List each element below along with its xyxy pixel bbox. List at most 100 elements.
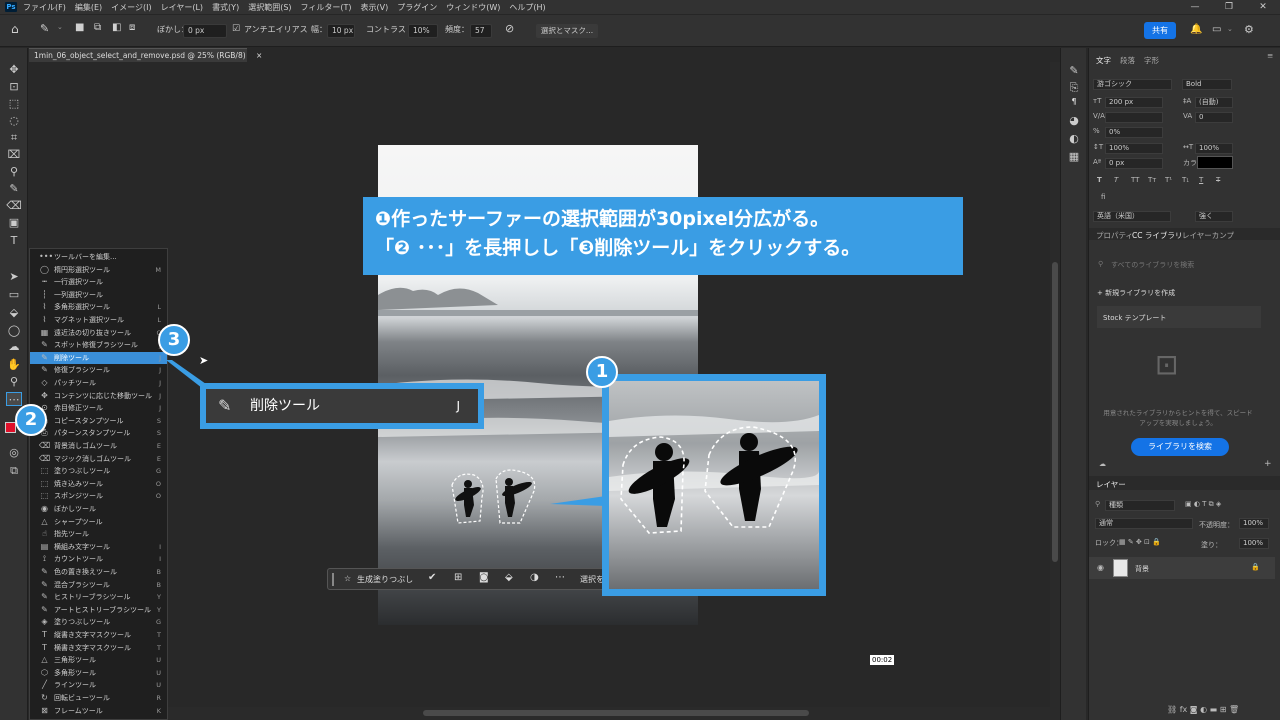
flyout-item[interactable]: ┅ 一行選択ツール — [30, 276, 167, 289]
screen-mode-icon[interactable]: ⧉ — [6, 464, 22, 478]
tracking-input[interactable]: 0 — [1195, 112, 1233, 123]
font-style-select[interactable]: Bold — [1182, 79, 1232, 90]
layer-row-background[interactable]: ◉ 背景 🔒 — [1089, 557, 1275, 579]
stock-templates-item[interactable]: Stock テンプレート — [1097, 306, 1261, 328]
flyout-item[interactable]: ☝ 指先ツール — [30, 528, 167, 541]
menu-window[interactable]: ウィンドウ(W) — [446, 2, 500, 13]
remove-tool-popup[interactable]: ✎ 削除ツール J — [206, 389, 478, 423]
flyout-item[interactable]: ◉ ぼかしツール — [30, 503, 167, 516]
eraser-tool-icon[interactable]: ⌫ — [6, 199, 22, 213]
flyout-item[interactable]: ⬚ 焼き込みツール O — [30, 478, 167, 491]
mask-icon[interactable]: ◙ — [479, 572, 489, 583]
dodge-tool-icon[interactable]: ◯ — [6, 324, 22, 338]
close-tab-icon[interactable]: × — [256, 51, 262, 60]
minimize-icon[interactable]: — — [1178, 0, 1212, 14]
check-icon[interactable]: ✔ — [428, 572, 436, 583]
flyout-item[interactable]: ✥ コンテンツに応じた移動ツール J — [30, 390, 167, 403]
chevron-down-icon[interactable]: ⌄ — [57, 23, 63, 31]
pen-pressure-icon[interactable]: ⊘ — [505, 22, 514, 35]
vertical-scale-input[interactable]: 100% — [1105, 143, 1163, 154]
generative-fill-button[interactable]: 生成塗りつぶし — [357, 574, 413, 585]
path-select-tool-icon[interactable]: ➤ — [6, 270, 22, 284]
foreground-color-swatch[interactable] — [5, 422, 16, 433]
underline-icon[interactable]: T — [1199, 176, 1203, 184]
tab-character[interactable]: 文字 — [1096, 55, 1111, 66]
small-caps-icon[interactable]: Tт — [1148, 176, 1156, 184]
flyout-item[interactable]: ⬡ 多角形ツール U — [30, 667, 167, 680]
checkbox-icon[interactable]: ☑ — [232, 24, 240, 34]
crop-tool-icon[interactable]: ⌧ — [6, 148, 22, 162]
flyout-item[interactable]: ✎ 修復ブラシツール J — [30, 364, 167, 377]
grid-icon[interactable]: ▦ — [1066, 150, 1082, 164]
move-tool-icon[interactable]: ✥ — [6, 63, 22, 77]
flyout-item[interactable]: ◯ 楕円形選択ツール M — [30, 264, 167, 277]
fill-input[interactable]: 100% — [1239, 538, 1269, 549]
flyout-item[interactable]: ◇ パッチツール J — [30, 377, 167, 390]
flyout-item[interactable]: ⊙ 赤目修正ツール J — [30, 402, 167, 415]
kerning-input[interactable] — [1105, 112, 1163, 123]
new-library-button[interactable]: + 新規ライブラリを作成 — [1097, 288, 1175, 298]
tab-layer-comps[interactable]: レイヤーカンプ — [1182, 230, 1234, 241]
language-select[interactable]: 英語（米国） — [1093, 211, 1171, 222]
vertical-scrollbar[interactable] — [1050, 62, 1060, 707]
flyout-item[interactable]: △ 三角形ツール U — [30, 654, 167, 667]
subscript-icon[interactable]: T₁ — [1182, 176, 1189, 184]
eyedropper-tool-icon[interactable]: ⚲ — [6, 165, 22, 179]
object-select-tool-icon[interactable]: ⌗ — [6, 131, 22, 145]
flyout-item[interactable]: T 縦書き文字マスクツール T — [30, 629, 167, 642]
flyout-item[interactable]: ••• ツールバーを編集... — [30, 251, 167, 264]
layer-actions-icons[interactable]: ⛓ fx ◙ ◐ ▬ ⊞ 🗑 — [1167, 705, 1239, 714]
quick-mask-icon[interactable]: ◎ — [6, 446, 22, 460]
flyout-item[interactable]: ✎ アートヒストリーブラシツール Y — [30, 604, 167, 617]
flyout-item[interactable]: ◈ 塗りつぶしツール G — [30, 616, 167, 629]
flyout-item[interactable]: ⌫ マジック消しゴムツール E — [30, 453, 167, 466]
baseline-input[interactable]: 0 px — [1105, 158, 1163, 169]
notification-icon[interactable]: 🔔 — [1190, 24, 1202, 35]
font-family-select[interactable]: 游ゴシック — [1093, 79, 1172, 90]
flyout-item[interactable]: ⟟ カウントツール I — [30, 553, 167, 566]
hand-tool-icon[interactable]: ✋ — [6, 358, 22, 372]
superscript-icon[interactable]: T¹ — [1165, 176, 1172, 184]
flyout-item[interactable]: ⊠ フレームツール K — [30, 705, 167, 718]
feather-input[interactable]: 0 px — [183, 24, 227, 38]
flyout-item[interactable]: ✎ 色の置き換えツール B — [30, 566, 167, 579]
paragraph-icon[interactable]: ¶ — [1066, 95, 1082, 109]
share-button[interactable]: 共有 — [1144, 22, 1176, 39]
flyout-item[interactable]: ▤ 横組み文字ツール I — [30, 541, 167, 554]
brush-settings-icon[interactable]: ✎ — [1066, 64, 1082, 78]
flyout-item[interactable]: ✎ 削除ツール J — [30, 351, 167, 365]
tab-layers[interactable]: レイヤー — [1096, 479, 1126, 490]
menu-layer[interactable]: レイヤー(L) — [161, 2, 203, 13]
library-cloud-icon[interactable]: ☁ — [1099, 460, 1106, 468]
tool-preset-icon[interactable]: ✎ — [40, 22, 49, 35]
panel-menu-icon[interactable]: ≡ — [1267, 51, 1273, 60]
menu-image[interactable]: イメージ(I) — [111, 2, 151, 13]
color-icon[interactable]: ◕ — [1066, 114, 1082, 128]
flyout-item[interactable]: ⎙コピースタンプツールS — [30, 415, 167, 428]
add-icon[interactable]: + — [1264, 459, 1272, 469]
browse-libraries-button[interactable]: ライブラリを検索 — [1131, 438, 1229, 456]
transform-icon[interactable]: ⊞ — [454, 572, 462, 583]
menu-plugins[interactable]: プラグイン — [397, 2, 437, 13]
blend-mode-select[interactable]: 通常 — [1095, 518, 1193, 529]
text-color-swatch[interactable] — [1197, 156, 1233, 169]
flyout-item[interactable]: ▦遠近法の切り抜きツールC — [30, 327, 167, 340]
intersect-selection-icon[interactable]: ⧈ — [129, 22, 135, 33]
menu-select[interactable]: 選択範囲(S) — [248, 2, 291, 13]
library-search-input[interactable]: すべてのライブラリを検索 — [1111, 260, 1194, 270]
frequency-input[interactable]: 57 — [470, 24, 492, 38]
flyout-item[interactable]: ⬚ 塗りつぶしツール G — [30, 465, 167, 478]
menu-type[interactable]: 書式(Y) — [212, 2, 239, 13]
edit-toolbar-more-icon[interactable]: ⋯ — [6, 392, 22, 406]
horizontal-scale-input[interactable]: 100% — [1195, 143, 1233, 154]
visibility-eye-icon[interactable]: ◉ — [1097, 563, 1104, 572]
gradient-tool-icon[interactable]: ▣ — [6, 216, 22, 230]
scroll-thumb[interactable] — [423, 710, 809, 716]
flyout-item[interactable]: ↻ 回転ビューツール R — [30, 692, 167, 705]
flyout-item[interactable]: T 横書き文字マスクツール T — [30, 642, 167, 655]
flyout-item[interactable]: ⎙ パターンスタンプツール S — [30, 427, 167, 440]
ligature-icon[interactable]: ﬁ — [1101, 193, 1105, 201]
tsume-input[interactable]: 0% — [1105, 127, 1163, 138]
smudge-tool-icon[interactable]: ☁ — [6, 340, 22, 354]
drag-handle[interactable] — [332, 573, 334, 586]
